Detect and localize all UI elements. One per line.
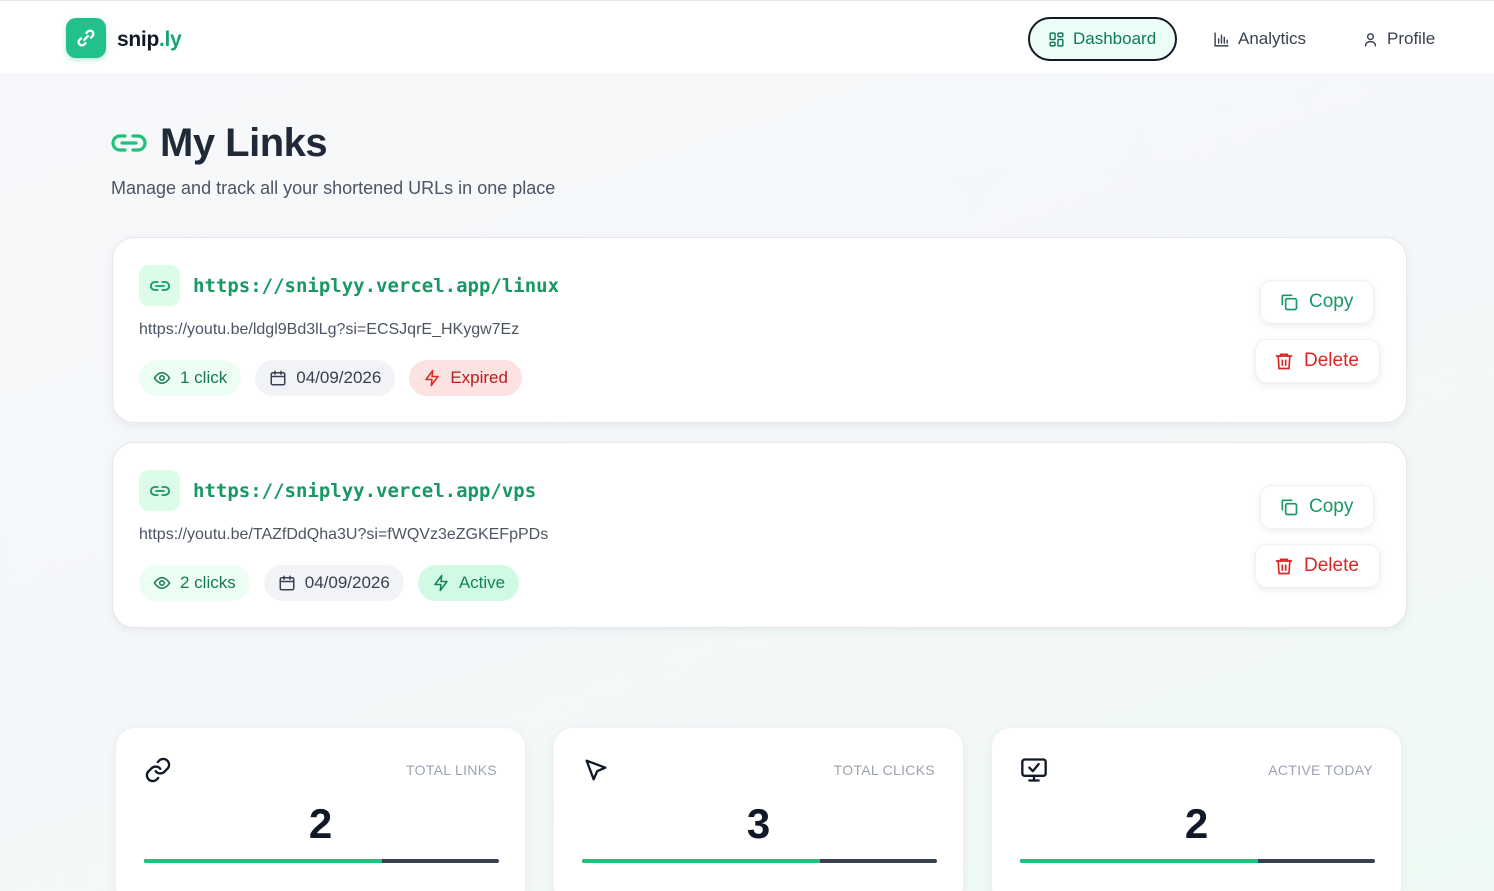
stat-progress-bar <box>144 859 499 863</box>
page-title: My Links <box>160 121 328 165</box>
stat-progress-fill <box>1020 859 1258 863</box>
stat-card-total-links: TOTAL LINKS 2 <box>115 727 526 891</box>
eye-icon <box>153 371 171 385</box>
clicks-count: 1 click <box>180 368 228 387</box>
delete-button[interactable]: Delete <box>1255 339 1380 383</box>
stat-value: 3 <box>746 800 771 847</box>
nav-dashboard-label: Dashboard <box>1073 29 1157 48</box>
original-url: https://youtu.be/TAZfDdQha3U?si=fWQVz3eZ… <box>139 526 549 543</box>
short-url-link[interactable]: https://sniplyy.vercel.app/linux <box>193 275 559 297</box>
original-url: https://youtu.be/ldgl9Bd3lLg?si=ECSJqrE_… <box>139 321 520 338</box>
stat-card-total-clicks: TOTAL CLICKS 3 <box>553 727 964 891</box>
stat-progress-fill <box>582 859 820 863</box>
status-label: Expired <box>450 368 508 387</box>
eye-icon <box>153 576 171 590</box>
status-label: Active <box>458 573 506 592</box>
cursor-pointer-icon <box>582 756 610 789</box>
delete-label: Delete <box>1304 555 1359 576</box>
stat-card-active-today: ACTIVE TODAY 2 <box>991 727 1402 891</box>
calendar-icon <box>270 370 286 386</box>
status-badge: Active <box>417 565 520 601</box>
status-badge: Expired <box>409 360 522 396</box>
brand-name-accent: .ly <box>158 28 182 51</box>
clicks-badge: 2 clicks <box>139 565 250 601</box>
clicks-count: 2 clicks <box>180 573 236 592</box>
stat-label: TOTAL LINKS <box>406 762 497 778</box>
top-navbar: snip.ly Dashboard Analytics Profile <box>0 0 1494 75</box>
date-value: 04/09/2026 <box>296 368 382 387</box>
copy-icon <box>1281 294 1298 311</box>
date-badge: 04/09/2026 <box>263 565 404 601</box>
link-icon <box>144 756 172 789</box>
nav-dashboard[interactable]: Dashboard <box>1028 17 1177 61</box>
nav-profile-label: Profile <box>1387 29 1436 48</box>
link-icon <box>139 265 180 306</box>
stat-label: ACTIVE TODAY <box>1268 762 1373 778</box>
stat-progress-bar <box>1020 859 1375 863</box>
delete-label: Delete <box>1304 350 1359 371</box>
link-card: https://sniplyy.vercel.app/vps https://y… <box>112 442 1407 628</box>
monitor-check-icon <box>1020 756 1048 789</box>
stat-progress-fill <box>144 859 382 863</box>
date-value: 04/09/2026 <box>304 573 390 592</box>
link-card: https://sniplyy.vercel.app/linux https:/… <box>112 237 1407 423</box>
link-icon <box>139 470 180 511</box>
copy-button[interactable]: Copy <box>1260 280 1374 324</box>
dashboard-grid-icon <box>1049 31 1064 47</box>
stat-value: 2 <box>1184 800 1209 847</box>
brand-name[interactable]: snip.ly <box>117 28 182 52</box>
stat-value: 2 <box>308 800 333 847</box>
logo-icon[interactable] <box>66 18 106 58</box>
delete-button[interactable]: Delete <box>1255 544 1380 588</box>
trash-icon <box>1275 353 1293 370</box>
copy-button[interactable]: Copy <box>1260 485 1374 529</box>
lightning-icon <box>425 369 440 387</box>
copy-icon <box>1281 499 1298 516</box>
stat-progress-bar <box>582 859 937 863</box>
clicks-badge: 1 click <box>139 360 242 396</box>
copy-label: Copy <box>1309 291 1354 312</box>
brand-name-main: snip <box>117 28 159 51</box>
nav-analytics[interactable]: Analytics <box>1195 17 1324 61</box>
link-icon <box>111 129 147 162</box>
trash-icon <box>1275 558 1293 575</box>
date-badge: 04/09/2026 <box>255 360 396 396</box>
page-subtitle: Manage and track all your shortened URLs… <box>111 178 556 198</box>
stat-label: TOTAL CLICKS <box>833 762 935 778</box>
calendar-icon <box>279 575 295 591</box>
nav-profile[interactable]: Profile <box>1344 17 1453 61</box>
bar-chart-icon <box>1214 31 1229 47</box>
nav-analytics-label: Analytics <box>1238 29 1307 48</box>
copy-label: Copy <box>1309 496 1354 517</box>
user-icon <box>1364 32 1377 47</box>
lightning-icon <box>434 574 448 592</box>
short-url-link[interactable]: https://sniplyy.vercel.app/vps <box>193 480 536 502</box>
